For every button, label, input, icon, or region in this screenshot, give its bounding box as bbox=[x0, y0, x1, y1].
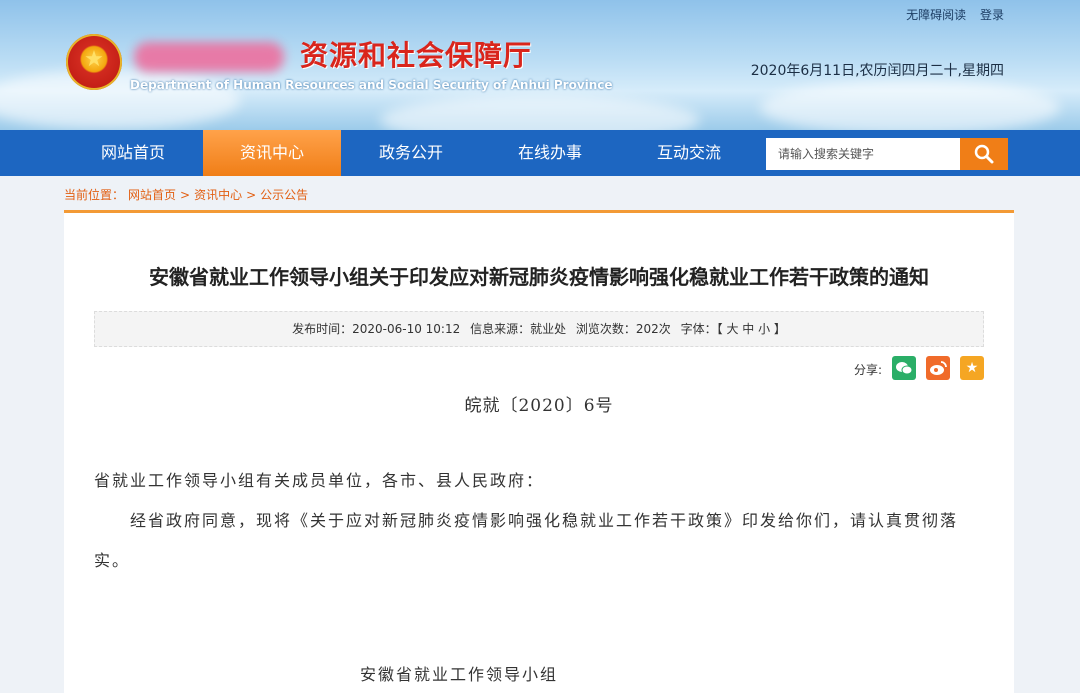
search-button[interactable] bbox=[960, 138, 1008, 170]
nav-item-government[interactable]: 政务公开 bbox=[342, 130, 480, 176]
breadcrumb-separator: > bbox=[246, 188, 257, 202]
breadcrumb-separator: > bbox=[180, 188, 191, 202]
star-icon[interactable]: ★ bbox=[960, 356, 984, 380]
nav-item-home[interactable]: 网站首页 bbox=[64, 130, 202, 176]
breadcrumb-item-home[interactable]: 网站首页 bbox=[128, 188, 176, 202]
nav-item-interaction[interactable]: 互动交流 bbox=[620, 130, 758, 176]
article-meta: 发布时间：2020-06-10 10:12 信息来源：就业处 浏览次数：202次… bbox=[94, 311, 984, 347]
site-title: 资源和社会保障厅 bbox=[300, 39, 533, 72]
view-count: 浏览次数：202次 bbox=[575, 322, 671, 336]
site-subtitle: Department of Human Resources and Social… bbox=[130, 78, 613, 92]
breadcrumb-item-news[interactable]: 资讯中心 bbox=[194, 188, 242, 202]
article-panel: 安徽省就业工作领导小组关于印发应对新冠肺炎疫情影响强化稳就业工作若干政策的通知 … bbox=[64, 213, 1014, 693]
share-label: 分享: bbox=[853, 363, 882, 377]
main-nav: 网站首页 资讯中心 政务公开 在线办事 互动交流 bbox=[0, 130, 1080, 176]
signature: 安徽省就业工作领导小组 bbox=[360, 665, 559, 684]
weibo-icon[interactable] bbox=[926, 356, 950, 380]
breadcrumb-item-notices[interactable]: 公示公告 bbox=[260, 188, 308, 202]
breadcrumb-prefix: 当前位置： bbox=[64, 188, 125, 202]
wechat-icon[interactable] bbox=[892, 356, 916, 380]
blurred-region-name bbox=[134, 42, 284, 72]
login-link[interactable]: 登录 bbox=[980, 8, 1004, 22]
nav-item-online-services[interactable]: 在线办事 bbox=[481, 130, 619, 176]
font-size-control[interactable]: 字体：【 大 中 小 】 bbox=[681, 322, 786, 336]
article-title: 安徽省就业工作领导小组关于印发应对新冠肺炎疫情影响强化稳就业工作若干政策的通知 bbox=[149, 265, 929, 289]
header-banner: 无障碍阅读 登录 资源和社会保障厅 Department of Human Re… bbox=[0, 0, 1080, 130]
addressee: 省就业工作领导小组有关成员单位，各市、县人民政府： bbox=[94, 471, 545, 490]
info-source: 信息来源：就业处 bbox=[470, 322, 567, 336]
top-links: 无障碍阅读 登录 bbox=[896, 6, 1004, 23]
emblem-icon bbox=[66, 34, 122, 90]
search-icon bbox=[974, 144, 994, 164]
body-paragraph: 经省政府同意，现将《关于应对新冠肺炎疫情影响强化稳就业工作若干政策》印发给你们，… bbox=[94, 511, 959, 570]
document-number: 皖就〔2020〕6号 bbox=[464, 396, 614, 416]
accessibility-link[interactable]: 无障碍阅读 bbox=[906, 8, 966, 22]
current-date: 2020年6月11日,农历闰四月二十,星期四 bbox=[750, 63, 1004, 79]
breadcrumb: 当前位置： 网站首页 > 资讯中心 > 公示公告 bbox=[64, 186, 312, 203]
search-input[interactable] bbox=[766, 138, 960, 170]
publish-time: 发布时间：2020-06-10 10:12 bbox=[292, 322, 461, 336]
nav-item-news[interactable]: 资讯中心 bbox=[203, 130, 341, 176]
